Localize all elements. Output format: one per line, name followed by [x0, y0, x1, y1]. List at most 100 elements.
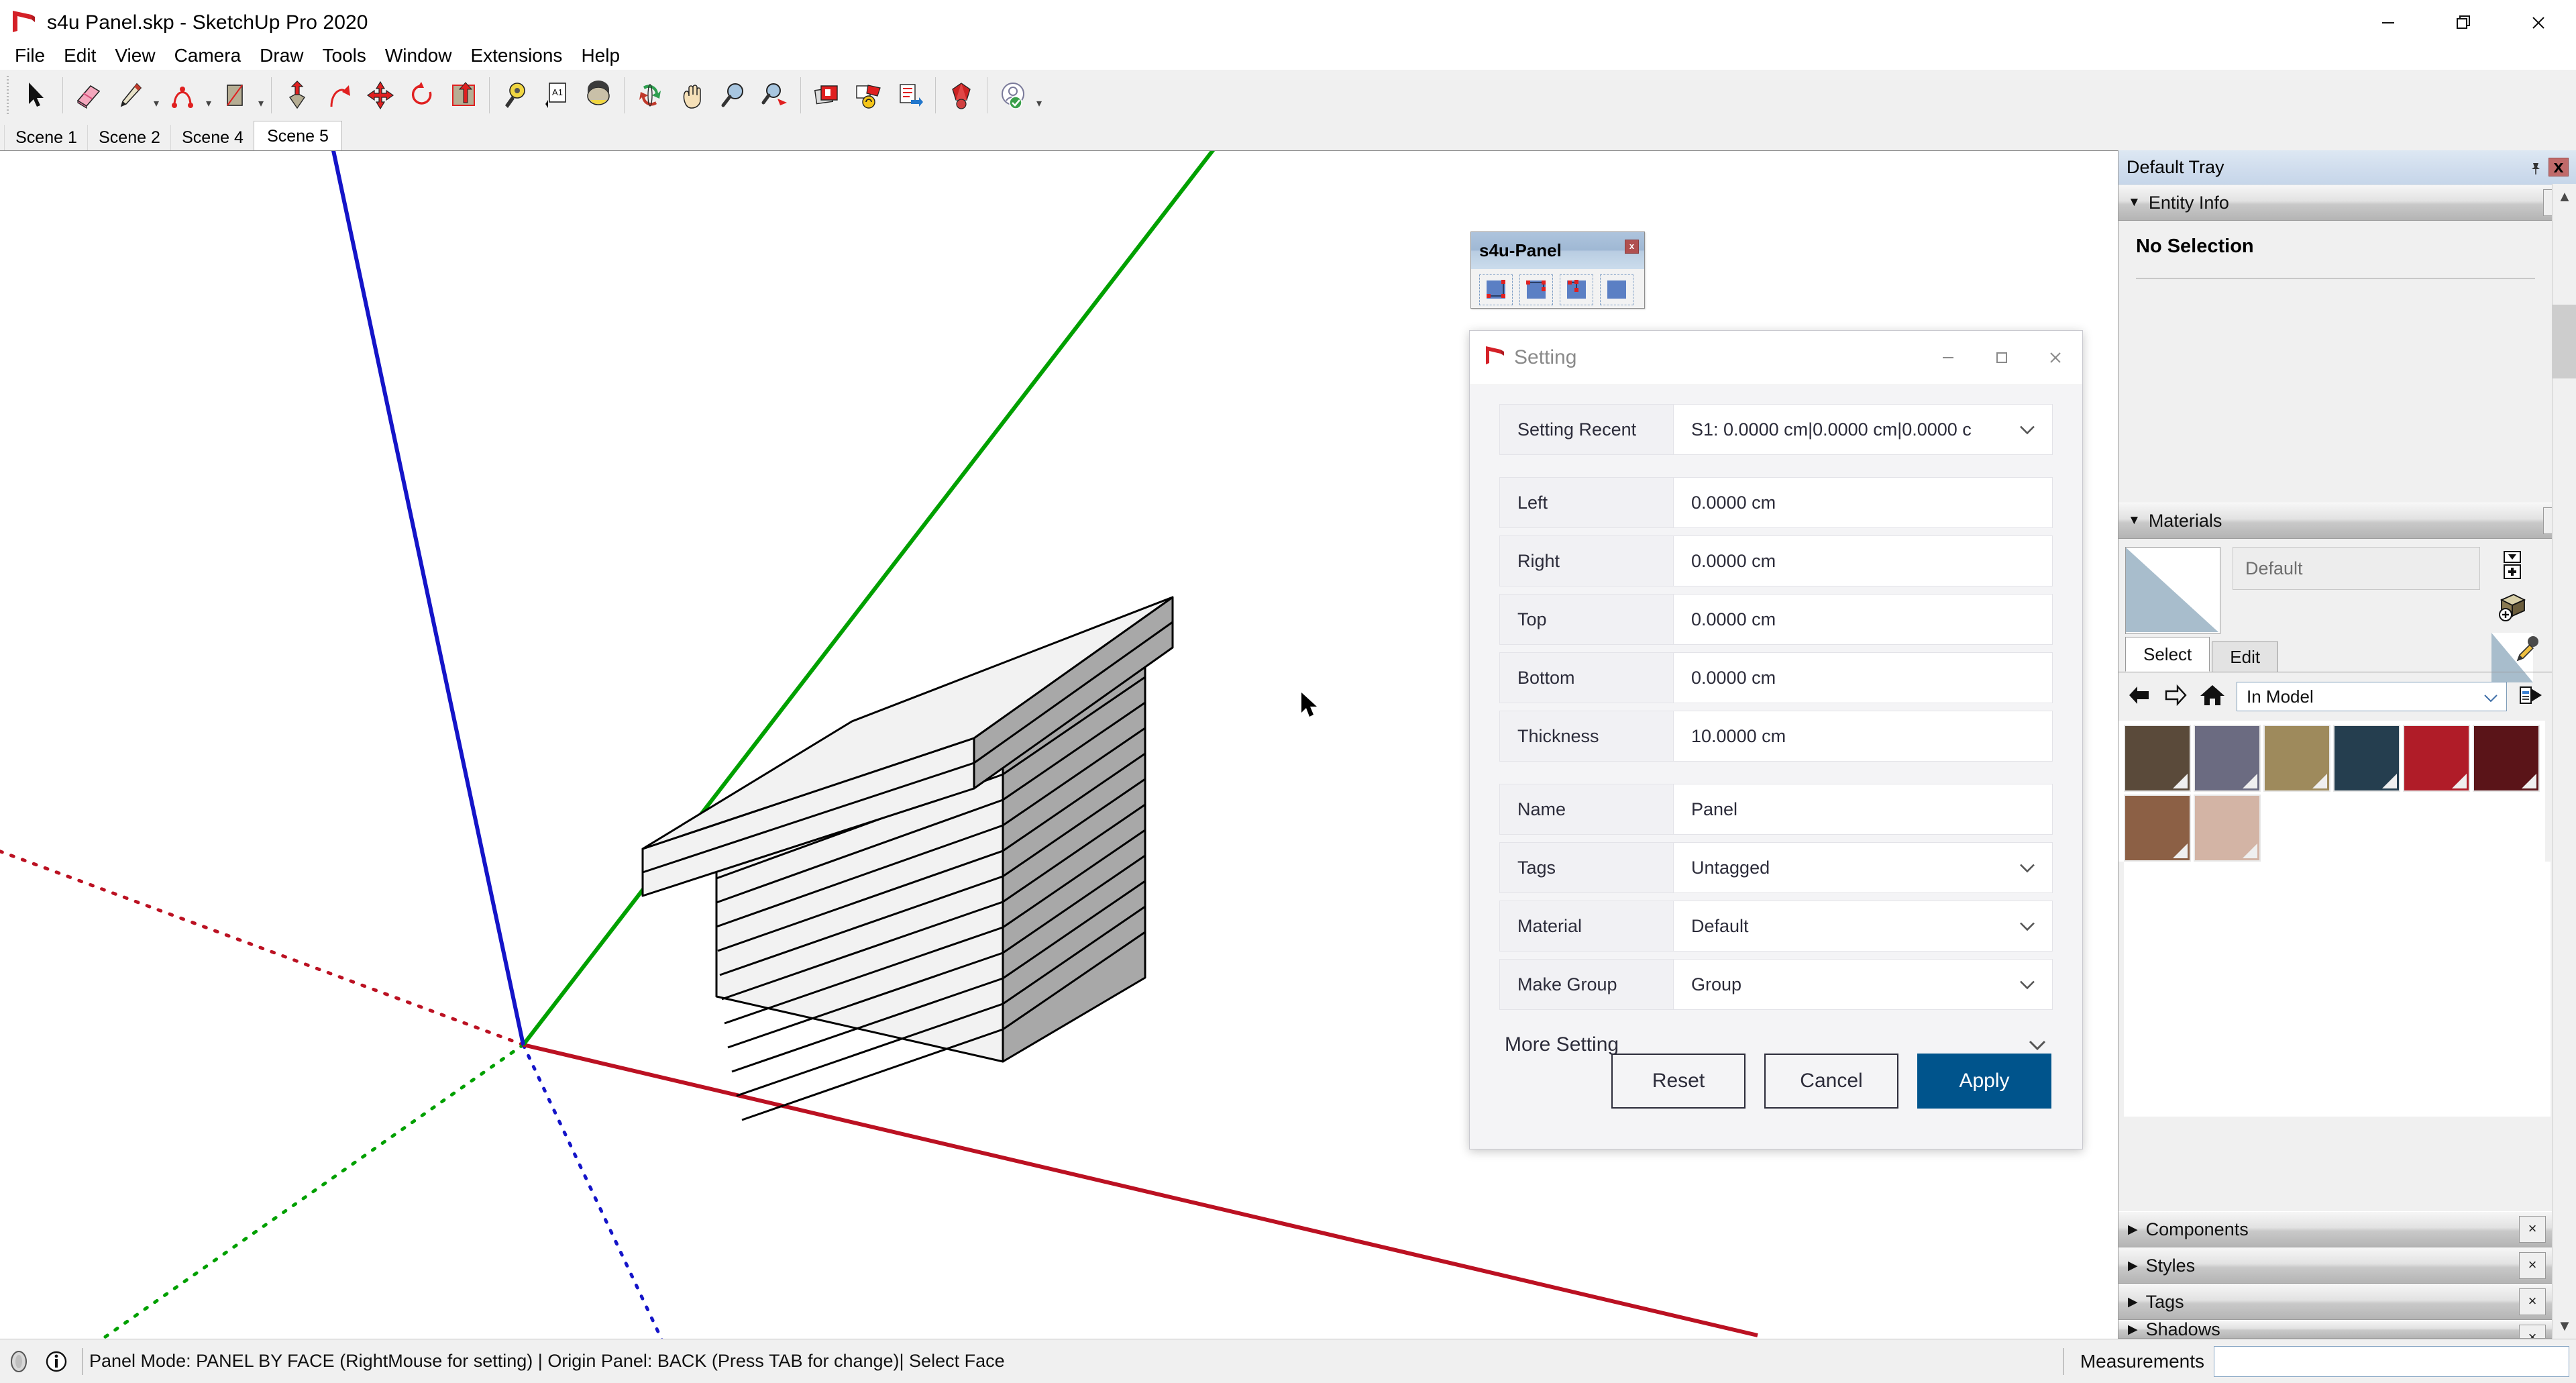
- setting-dialog-titlebar[interactable]: Setting: [1470, 331, 2082, 385]
- material-swatch[interactable]: [2194, 725, 2261, 792]
- tab-edit[interactable]: Edit: [2212, 642, 2278, 672]
- chevron-down-icon[interactable]: ▾: [1034, 66, 1044, 125]
- name-input[interactable]: Panel: [1674, 784, 2053, 835]
- close-icon[interactable]: ×: [2519, 1216, 2546, 1243]
- minimize-icon[interactable]: [1921, 331, 1975, 385]
- bottom-input[interactable]: 0.0000 cm: [1674, 652, 2053, 703]
- material-select[interactable]: Default: [1674, 901, 2053, 952]
- current-material-swatch[interactable]: [2125, 547, 2220, 634]
- pin-icon[interactable]: [2530, 159, 2542, 180]
- rectangle-icon[interactable]: [214, 73, 256, 117]
- followme-icon[interactable]: [318, 73, 360, 117]
- help-circle-icon[interactable]: [0, 1339, 38, 1383]
- s4u-close-button[interactable]: x: [1625, 240, 1639, 254]
- close-icon[interactable]: ×: [2519, 1288, 2546, 1315]
- close-icon[interactable]: ×: [2519, 1325, 2546, 1339]
- scroll-down-arrow-icon[interactable]: ▼: [2553, 1313, 2576, 1339]
- scene-tab-1[interactable]: Scene 1: [4, 125, 89, 150]
- tags-select[interactable]: Untagged: [1674, 842, 2053, 893]
- chevron-down-icon[interactable]: ▾: [203, 66, 214, 125]
- material-swatch[interactable]: [2403, 725, 2470, 792]
- create-material-icon[interactable]: [2498, 550, 2526, 584]
- menu-view[interactable]: View: [105, 42, 164, 69]
- info-icon[interactable]: [38, 1339, 75, 1383]
- menu-help[interactable]: Help: [572, 42, 629, 69]
- panel-header-shadows[interactable]: ▶ Shadows ×: [2118, 1320, 2553, 1339]
- left-input[interactable]: 0.0000 cm: [1674, 477, 2053, 528]
- details-arrow-icon[interactable]: [2518, 683, 2544, 711]
- scene-tab-5[interactable]: Scene 5: [254, 121, 342, 151]
- panel-by-edges-icon[interactable]: [1479, 274, 1513, 305]
- offset-icon[interactable]: [443, 73, 484, 117]
- close-icon[interactable]: ×: [2519, 1252, 2546, 1279]
- menu-extensions[interactable]: Extensions: [461, 42, 572, 69]
- eyedropper-icon[interactable]: [2511, 633, 2542, 669]
- close-icon[interactable]: [2029, 331, 2082, 385]
- arrow-left-icon[interactable]: [2127, 684, 2152, 710]
- cancel-button[interactable]: Cancel: [1764, 1054, 1898, 1109]
- ruby-console-icon[interactable]: [941, 73, 982, 117]
- panel-header-entity-info[interactable]: ▼ Entity Info ×: [2118, 185, 2576, 221]
- panel-header-tags[interactable]: ▶ Tags ×: [2118, 1284, 2553, 1320]
- setting-recent-select[interactable]: S1: 0.0000 cm|0.0000 cm|0.0000 c: [1674, 404, 2053, 455]
- zoom-extents-icon[interactable]: [754, 73, 796, 117]
- panel-by-face-icon[interactable]: [1600, 274, 1633, 305]
- tab-select[interactable]: Select: [2125, 637, 2210, 672]
- scene-tab-2[interactable]: Scene 2: [87, 125, 172, 150]
- maximize-icon[interactable]: [1975, 331, 2029, 385]
- arc-icon[interactable]: [162, 73, 203, 117]
- menu-edit[interactable]: Edit: [54, 42, 105, 69]
- extension-warehouse-icon[interactable]: [992, 73, 1034, 117]
- orbit-icon[interactable]: [629, 73, 671, 117]
- paint-bucket-icon[interactable]: [578, 73, 619, 117]
- apply-button[interactable]: Apply: [1917, 1054, 2051, 1109]
- material-swatch[interactable]: [2333, 725, 2400, 792]
- menu-file[interactable]: File: [5, 42, 54, 69]
- menu-window[interactable]: Window: [376, 42, 462, 69]
- menu-camera[interactable]: Camera: [165, 42, 251, 69]
- scrollbar-thumb[interactable]: [2553, 305, 2576, 378]
- scroll-up-arrow-icon[interactable]: ▲: [2553, 184, 2576, 209]
- more-setting-toggle[interactable]: More Setting: [1499, 1017, 2053, 1056]
- material-swatch[interactable]: [2263, 725, 2330, 792]
- tray-close-button[interactable]: x: [2548, 158, 2569, 176]
- panel-by-two-points-icon[interactable]: [1519, 274, 1553, 305]
- home-icon[interactable]: [2199, 683, 2226, 711]
- material-swatch[interactable]: [2194, 795, 2261, 862]
- thickness-input[interactable]: 10.0000 cm: [1674, 711, 2053, 762]
- pushpull-icon[interactable]: [276, 73, 318, 117]
- material-swatch[interactable]: [2473, 725, 2540, 792]
- panel-by-point-icon[interactable]: [1560, 274, 1593, 305]
- scene-tab-4[interactable]: Scene 4: [170, 125, 255, 150]
- add-to-model-icon[interactable]: [2495, 591, 2530, 626]
- panel-header-styles[interactable]: ▶ Styles ×: [2118, 1247, 2553, 1284]
- material-library-select[interactable]: In Model: [2237, 682, 2507, 711]
- pan-hand-icon[interactable]: [671, 73, 712, 117]
- material-swatch[interactable]: [2124, 725, 2191, 792]
- pencil-line-icon[interactable]: [109, 73, 151, 117]
- current-material-name[interactable]: Default: [2233, 547, 2480, 590]
- tape-measure-icon[interactable]: [494, 73, 536, 117]
- menu-draw[interactable]: Draw: [250, 42, 313, 69]
- arrow-right-icon[interactable]: [2163, 684, 2188, 710]
- reset-button[interactable]: Reset: [1611, 1054, 1746, 1109]
- material-swatch[interactable]: [2124, 795, 2191, 862]
- s4u-toolbar-titlebar[interactable]: s4u-Panel x: [1471, 232, 1644, 269]
- chevron-down-icon[interactable]: ▾: [256, 66, 266, 125]
- menu-tools[interactable]: Tools: [313, 42, 376, 69]
- measurements-input[interactable]: [2214, 1346, 2569, 1377]
- right-input[interactable]: 0.0000 cm: [1674, 535, 2053, 586]
- zoom-icon[interactable]: [712, 73, 754, 117]
- move-icon[interactable]: [360, 73, 401, 117]
- toolbar-grip[interactable]: [4, 76, 13, 115]
- layout-send-icon[interactable]: [889, 73, 930, 117]
- rotate-icon[interactable]: [401, 73, 443, 117]
- panel-header-materials[interactable]: ▼ Materials ×: [2118, 503, 2576, 539]
- tray-scrollbar[interactable]: ▲ ▼: [2552, 184, 2576, 1339]
- panel-header-components[interactable]: ▶ Components ×: [2118, 1211, 2553, 1247]
- scenes-icon[interactable]: [806, 73, 847, 117]
- eraser-icon[interactable]: [68, 73, 109, 117]
- section-plane-icon[interactable]: [847, 73, 889, 117]
- select-arrow-icon[interactable]: [16, 73, 58, 117]
- chevron-down-icon[interactable]: ▾: [151, 66, 162, 125]
